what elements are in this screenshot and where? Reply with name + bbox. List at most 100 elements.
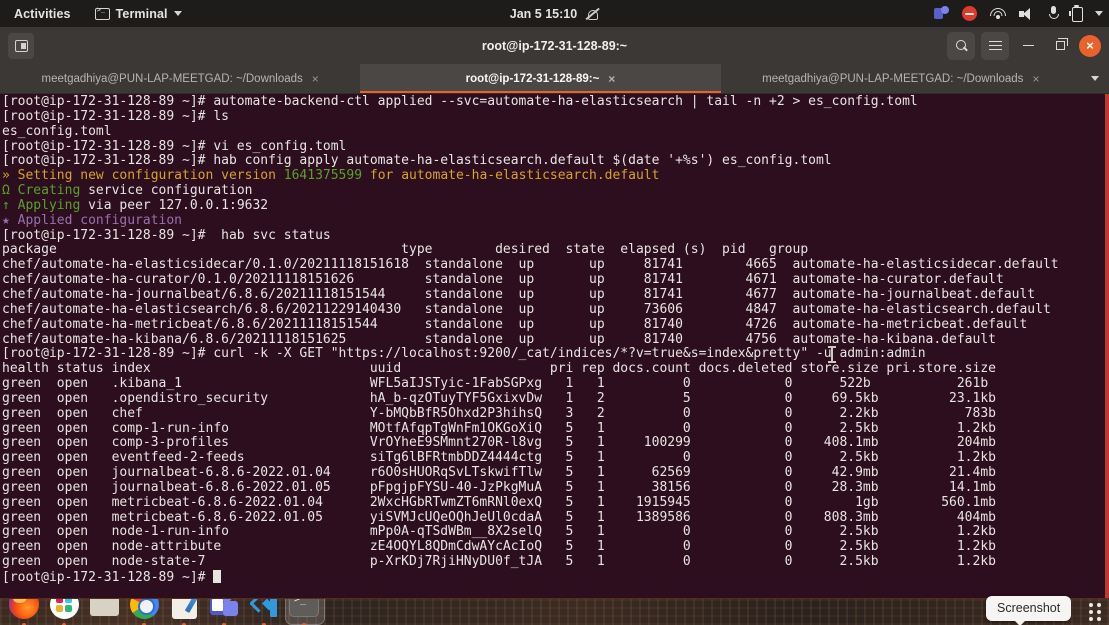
clock-label: Jan 5 15:10: [509, 6, 578, 21]
terminal-line: chef/automate-ha-curator/0.1.0/202111181…: [2, 272, 1105, 288]
terminal-line: green open comp-1-run-info MOtfAfqpTgWnF…: [2, 420, 1105, 437]
microsoft-teams-icon: [209, 599, 239, 617]
terminal-text: [root@ip-172-31-128-89 ~]# ls: [2, 108, 229, 124]
terminal-text: green open metricbeat-6.8.6-2022.01.04 2…: [2, 494, 996, 510]
minimize-icon: [1022, 44, 1034, 47]
system-tray[interactable]: [934, 0, 1103, 27]
app-menu-terminal[interactable]: Terminal: [85, 0, 192, 27]
terminal-text: package type desired state elapsed (s) p…: [2, 242, 809, 258]
terminal-line: green open node-1-run-info mPp0A-qTSdWBm…: [2, 525, 1105, 540]
terminal-line: green open journalbeat-6.8.6-2022.01.04 …: [2, 465, 1105, 481]
text-editor-icon: [171, 599, 197, 619]
terminal-text: green open node-attribute zE4OQYL8QDmCdw…: [2, 539, 996, 555]
terminal-text: [root@ip-172-31-128-89 ~]# hab config ap…: [2, 153, 832, 169]
terminal-text: health status index uuid pri rep docs.co…: [2, 361, 996, 377]
tab-label: meetgadhiya@PUN-LAP-MEETGAD: ~/Downloads: [762, 72, 1024, 85]
terminal-text: green open eventfeed-2-feeds siTg6lBFRtm…: [2, 450, 996, 466]
clock-button[interactable]: Jan 5 15:10: [510, 7, 599, 21]
terminal-output[interactable]: [root@ip-172-31-128-89 ~]# automate-back…: [2, 94, 1105, 598]
menu-button[interactable]: [981, 31, 1009, 60]
dock-item-slack[interactable]: [44, 599, 84, 625]
terminal-text: green open journalbeat-6.8.6-2022.01.05 …: [2, 479, 996, 495]
screenshot-tooltip: Screenshot: [986, 596, 1072, 625]
terminal-text: green open journalbeat-6.8.6-2022.01.04 …: [2, 465, 996, 481]
terminal-text: chef/automate-ha-curator/0.1.0/202111181…: [2, 272, 1004, 288]
terminal-line: [root@ip-172-31-128-89 ~]# hab config ap…: [2, 153, 1105, 169]
dock-item-microsoft-teams[interactable]: [204, 599, 244, 625]
maximize-button[interactable]: [1047, 32, 1073, 60]
dock-item-terminal[interactable]: [284, 599, 325, 625]
microphone-icon[interactable]: [1048, 6, 1059, 21]
show-applications-button[interactable]: [1089, 599, 1103, 625]
terminal-line: [root@ip-172-31-128-89 ~]#: [2, 570, 1105, 585]
dock-item-text-editor[interactable]: [164, 599, 204, 625]
terminal-text: 1641375599: [283, 168, 363, 184]
terminal-text: green open chef Y-bMQbBfR5Ohxd2P3hihsQ 3…: [2, 405, 996, 421]
terminal-text: green open node-1-run-info mPp0A-qTSdWBm…: [2, 524, 996, 540]
terminal-line: chef/automate-ha-elasticsearch/6.8.6/202…: [2, 302, 1105, 318]
minimize-button[interactable]: [1015, 32, 1041, 60]
find-button[interactable]: [947, 31, 975, 60]
terminal-line: ★ Applied configuration: [2, 212, 1105, 229]
vs-code-icon: [249, 599, 279, 618]
terminal-text: [root@ip-172-31-128-89 ~]# hab svc statu…: [2, 227, 331, 243]
terminal-text: [root@ip-172-31-128-89 ~]# automate-back…: [2, 94, 918, 109]
terminal-tab-3[interactable]: meetgadhiya@PUN-LAP-MEETGAD: ~/Downloads…: [721, 64, 1081, 93]
terminal-window: root@ip-172-31-128-89:~ × meetgadhiya@PU…: [0, 27, 1109, 598]
window-titlebar: root@ip-172-31-128-89:~ ×: [0, 27, 1109, 64]
terminal-text: ★ Applied configuration: [2, 212, 183, 228]
teams-tray-icon[interactable]: [934, 6, 949, 21]
dock-item-firefox[interactable]: [4, 599, 44, 625]
tab-close-icon[interactable]: ×: [608, 73, 615, 85]
terminal-line: chef/automate-ha-elasticsidecar/0.1.0/20…: [2, 257, 1105, 273]
battery-icon[interactable]: [1069, 5, 1083, 22]
wifi-icon[interactable]: [990, 7, 1006, 20]
tab-list-button[interactable]: [1081, 64, 1109, 93]
terminal-line: green open chef Y-bMQbBfR5Ohxd2P3hihsQ 3…: [2, 405, 1105, 422]
terminal-line: health status index uuid pri rep docs.co…: [2, 361, 1105, 377]
terminal-text: green open comp-1-run-info MOtfAfqpTgWnF…: [2, 420, 996, 436]
terminal-tab-2[interactable]: root@ip-172-31-128-89:~ ×: [360, 64, 721, 93]
dock-item-vs-code[interactable]: [244, 599, 284, 625]
terminal-line: es_config.toml: [2, 124, 1105, 140]
volume-icon[interactable]: [1019, 7, 1035, 21]
terminal-line: green open journalbeat-6.8.6-2022.01.05 …: [2, 479, 1105, 496]
terminal-text: green open comp-3-profiles VrOYheE9SMmnt…: [2, 435, 996, 451]
chevron-down-icon: [173, 11, 182, 16]
tab-close-icon[interactable]: ×: [1032, 73, 1039, 85]
terminal-tab-1[interactable]: meetgadhiya@PUN-LAP-MEETGAD: ~/Downloads…: [0, 64, 360, 93]
terminal-icon: [289, 599, 319, 617]
notifications-muted-icon: [585, 7, 599, 21]
terminal-viewport[interactable]: [root@ip-172-31-128-89 ~]# automate-back…: [0, 94, 1109, 598]
terminal-text: Ω Creating: [2, 183, 81, 199]
dock-item-files[interactable]: [84, 599, 124, 625]
terminal-line: ↑ Applying via peer 127.0.0.1:9632: [2, 197, 1105, 214]
activities-button[interactable]: Activities: [0, 0, 85, 27]
tab-close-icon[interactable]: ×: [312, 73, 319, 85]
terminal-line: Ω Creating service configuration: [2, 183, 1105, 199]
terminal-text: service configuration: [80, 183, 253, 199]
terminal-text: green open .opendistro_security hA_b-qzO…: [2, 390, 996, 406]
close-button[interactable]: ×: [1079, 34, 1101, 57]
show-applications-icon: [1089, 603, 1103, 621]
dock: [0, 598, 1109, 625]
activities-label: Activities: [14, 6, 71, 21]
hamburger-menu-icon: [988, 40, 1002, 51]
terminal-line: [root@ip-172-31-128-89 ~]# ls: [2, 108, 1105, 125]
tab-label: meetgadhiya@PUN-LAP-MEETGAD: ~/Downloads: [41, 72, 303, 85]
terminal-line: » Setting new configuration version 1641…: [2, 168, 1105, 184]
terminal-text: chef/automate-ha-metricbeat/6.8.6/202111…: [2, 316, 1028, 332]
files-icon: [89, 599, 119, 616]
chevron-down-icon: [1090, 76, 1099, 81]
do-not-disturb-icon[interactable]: [962, 6, 977, 21]
tray-chevron-down-icon[interactable]: [1095, 11, 1103, 16]
terminal-text: via peer 127.0.0.1:9632: [80, 197, 269, 213]
terminal-text: chef/automate-ha-elasticsidecar/0.1.0/20…: [2, 257, 1059, 273]
dock-item-chromium[interactable]: [124, 599, 164, 625]
search-icon: [955, 40, 967, 51]
terminal-text: for: [362, 168, 402, 184]
app-menu-label: Terminal: [115, 6, 168, 21]
terminal-text: [root@ip-172-31-128-89 ~]#: [2, 570, 214, 585]
terminal-text: [root@ip-172-31-128-89 ~]# vi es_config.…: [2, 138, 347, 154]
terminal-cursor: [213, 570, 222, 583]
